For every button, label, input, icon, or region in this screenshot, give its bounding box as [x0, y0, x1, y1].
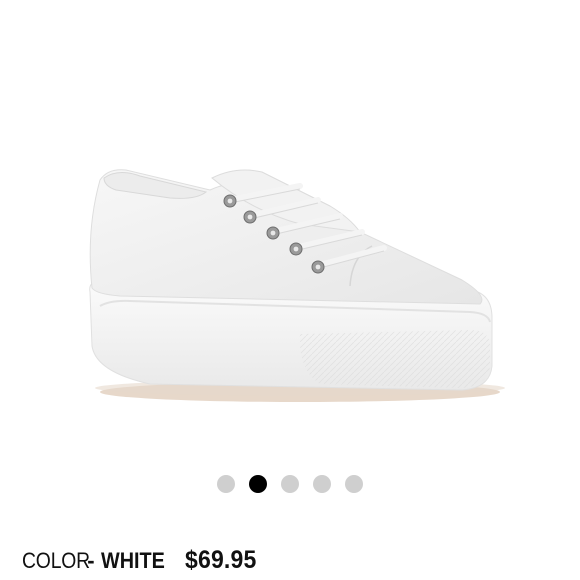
carousel-dot-3[interactable]	[281, 475, 299, 493]
carousel-pagination	[0, 474, 580, 494]
carousel-dot-2-active[interactable]	[249, 475, 267, 493]
carousel-dot-5[interactable]	[345, 475, 363, 493]
carousel-dot-4[interactable]	[313, 475, 331, 493]
price: $69.95	[185, 546, 257, 574]
product-image[interactable]	[0, 0, 580, 460]
product-listing: COLOR - WHITE $69.95	[0, 0, 580, 580]
color-value: WHITE	[100, 548, 165, 573]
carousel-dot-1[interactable]	[217, 475, 235, 493]
product-details: COLOR - WHITE $69.95	[22, 546, 263, 575]
color-label: COLOR	[22, 548, 90, 573]
